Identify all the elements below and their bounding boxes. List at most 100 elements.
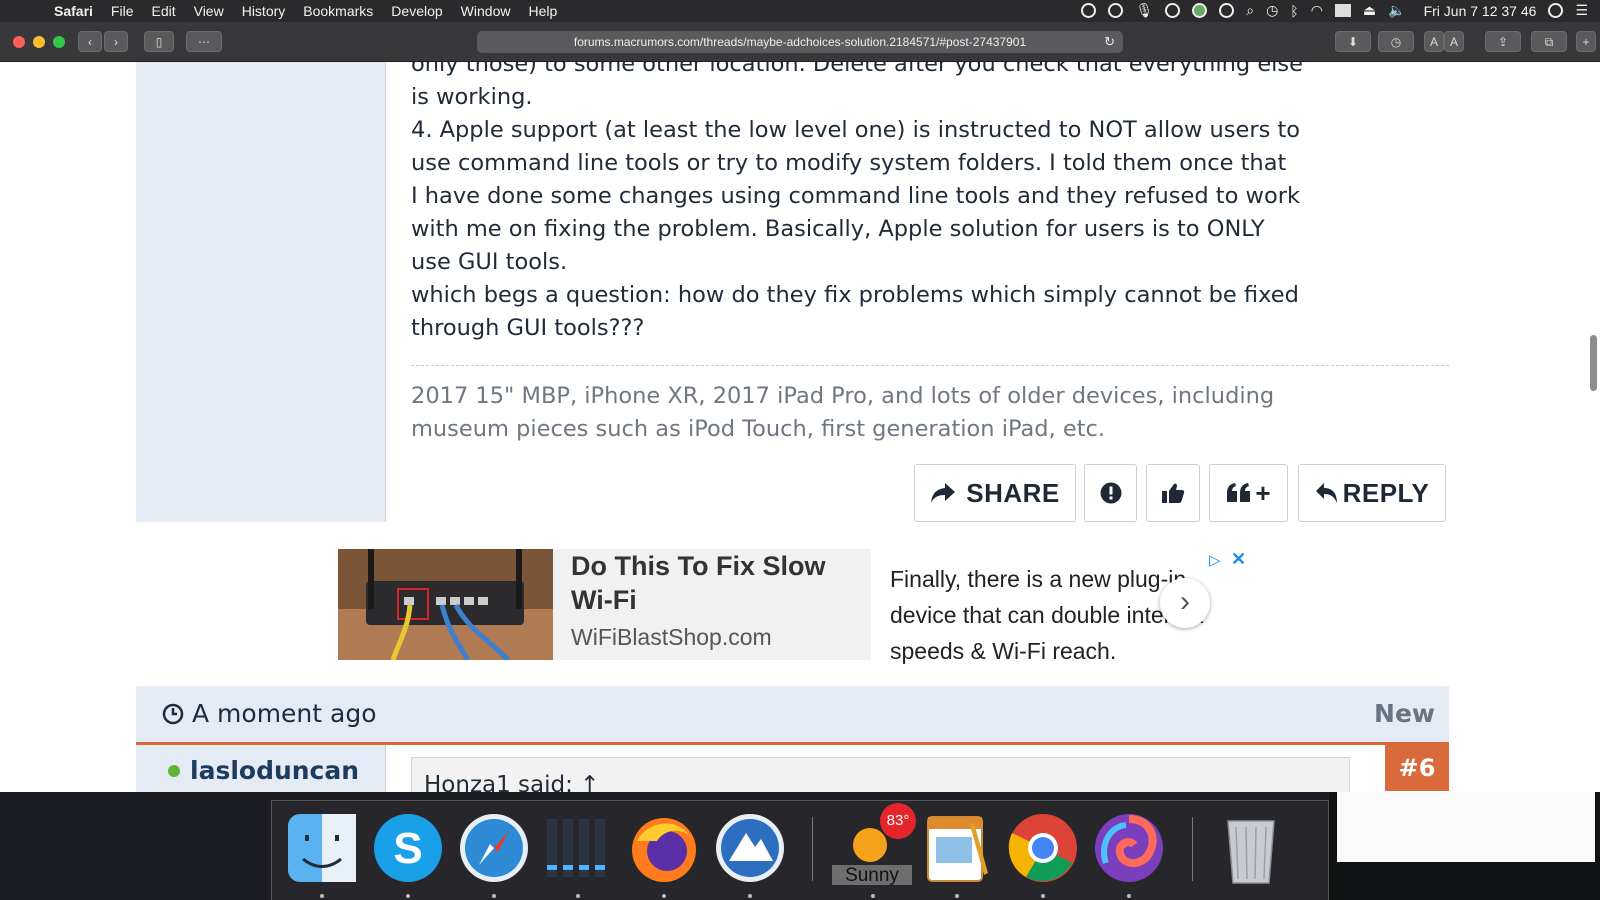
reply-arrow-icon: [1315, 483, 1337, 503]
top-sites-button[interactable]: ⋯: [186, 31, 222, 52]
post-number[interactable]: #6: [1385, 745, 1449, 791]
scrollbar-thumb[interactable]: [1590, 335, 1597, 391]
trash-icon[interactable]: [1214, 811, 1288, 885]
multiquote-plus: +: [1255, 477, 1271, 508]
accessibility-icon[interactable]: [1219, 3, 1235, 18]
post-line: through GUI tools???: [411, 315, 645, 341]
new-tab-button[interactable]: +: [1576, 31, 1596, 52]
reply-button[interactable]: REPLY: [1298, 464, 1446, 522]
ad-router-image[interactable]: [338, 549, 553, 660]
advertisement-banner[interactable]: Do This To Fix Slow Wi-Fi WiFiBlastShop.…: [338, 549, 1247, 664]
share-button[interactable]: SHARE: [914, 464, 1076, 522]
ad-close-icon[interactable]: ✕: [1231, 549, 1246, 570]
forward-button[interactable]: ›: [104, 31, 128, 52]
running-indicator: [871, 894, 875, 898]
chrome-icon[interactable]: [1006, 811, 1080, 885]
running-indicator: [662, 894, 666, 898]
new-badge: New: [1374, 699, 1435, 728]
close-window-button[interactable]: [13, 36, 25, 48]
post-author[interactable]: lasloduncan: [168, 756, 359, 785]
menu-develop[interactable]: Develop: [391, 3, 442, 19]
status-area: 🎙 ⌕ ◷ ᛒ ◠ ⏏ 🔈 Fri Jun 7 12 37 46 ☰: [1081, 2, 1588, 19]
skype-icon[interactable]: S: [371, 811, 445, 885]
thumbs-up-icon: [1162, 483, 1185, 503]
post-line: 4. Apple support (at least the low level…: [411, 117, 1301, 143]
back-button[interactable]: ‹: [78, 31, 102, 52]
menu-bookmarks[interactable]: Bookmarks: [303, 3, 373, 19]
time-machine-icon[interactable]: ◷: [1266, 2, 1278, 19]
finder-icon[interactable]: [285, 811, 359, 885]
alert-icon: [1100, 482, 1121, 504]
minimize-window-button[interactable]: [33, 36, 45, 48]
pages-icon[interactable]: [920, 811, 994, 885]
menu-window[interactable]: Window: [461, 3, 511, 19]
running-indicator: [492, 894, 496, 898]
status-app-icon[interactable]: [1108, 3, 1124, 18]
share-toolbar-button[interactable]: ⇪: [1485, 31, 1521, 52]
text-larger-button[interactable]: A: [1444, 31, 1464, 52]
running-indicator: [1127, 894, 1131, 898]
ad-next-arrow-icon[interactable]: ›: [1160, 578, 1210, 628]
browser-toolbar: ‹ › ▯ ⋯ forums.macrumors.com/threads/may…: [0, 22, 1600, 62]
reload-icon[interactable]: ↻: [1104, 31, 1115, 53]
menu-clock[interactable]: Fri Jun 7 12 37 46: [1424, 3, 1537, 19]
online-status-icon: [168, 764, 180, 777]
menu-help[interactable]: Help: [528, 3, 557, 19]
post-line: use command line tools or try to modify …: [411, 150, 1287, 176]
mountain-app-icon[interactable]: [713, 811, 787, 885]
menu-history[interactable]: History: [242, 3, 286, 19]
firefox-icon[interactable]: [627, 811, 701, 885]
adchoices-icon[interactable]: ▷: [1209, 551, 1221, 569]
skype-status-icon[interactable]: [1165, 3, 1181, 18]
ad-domain[interactable]: WiFiBlastShop.com: [571, 624, 772, 651]
menu-view[interactable]: View: [194, 3, 224, 19]
menu-file[interactable]: File: [111, 3, 134, 19]
menu-list: Safari File Edit View History Bookmarks …: [54, 3, 575, 19]
status-app-icon[interactable]: [1081, 3, 1097, 18]
quote-attribution[interactable]: Honza1 said: ↑: [424, 772, 599, 792]
post-line: with me on fixing the problem. Basically…: [411, 216, 1265, 242]
weather-app-icon[interactable]: 83° Sunny: [832, 803, 916, 886]
eject-icon[interactable]: ⏏: [1363, 2, 1376, 19]
svg-text:S: S: [393, 824, 422, 873]
history-button[interactable]: ◷: [1378, 31, 1414, 52]
like-button[interactable]: [1146, 464, 1200, 522]
post-line: use GUI tools.: [411, 249, 568, 275]
quote-icon: [1227, 483, 1251, 502]
bluetooth-icon[interactable]: ᛒ: [1290, 3, 1298, 19]
notification-center-icon[interactable]: ☰: [1575, 2, 1588, 19]
running-indicator: [576, 894, 580, 898]
sidebar-toggle-button[interactable]: ▯: [144, 31, 174, 52]
multiquote-button[interactable]: +: [1209, 464, 1288, 522]
menu-app-safari[interactable]: Safari: [54, 3, 93, 19]
reply-label: REPLY: [1342, 477, 1430, 508]
safari-icon[interactable]: [457, 811, 531, 885]
dock-separator: [812, 817, 813, 881]
ad-title[interactable]: Do This To Fix Slow Wi-Fi: [571, 549, 861, 617]
text-smaller-button[interactable]: A: [1424, 31, 1444, 52]
wifi-icon[interactable]: ◠: [1311, 2, 1323, 19]
post-timestamp[interactable]: A moment ago: [162, 699, 377, 728]
status-app-icon[interactable]: [1192, 3, 1208, 18]
router-illustration: [338, 549, 553, 660]
volume-icon[interactable]: 🔈: [1388, 2, 1405, 19]
downloads-button[interactable]: ⬇: [1335, 31, 1371, 52]
microphone-icon[interactable]: 🎙: [1135, 2, 1153, 19]
spiral-app-icon[interactable]: [1092, 811, 1166, 885]
url-text: forums.macrumors.com/threads/maybe-adcho…: [573, 35, 1027, 49]
running-indicator: [1041, 894, 1045, 898]
siri-icon[interactable]: [1548, 3, 1564, 18]
address-bar[interactable]: forums.macrumors.com/threads/maybe-adcho…: [477, 31, 1123, 53]
post-body: only those) to some other location. Dele…: [411, 62, 1371, 345]
flag-input-source-icon[interactable]: [1334, 4, 1351, 17]
report-button[interactable]: [1084, 464, 1137, 522]
running-indicator: [955, 894, 959, 898]
ad-title-panel[interactable]: Do This To Fix Slow Wi-Fi WiFiBlastShop.…: [553, 549, 871, 660]
menu-edit[interactable]: Edit: [151, 3, 175, 19]
audio-meter-icon[interactable]: [541, 811, 615, 885]
spotlight-search-icon[interactable]: ⌕: [1246, 2, 1254, 19]
tabs-overview-button[interactable]: ⧉: [1531, 31, 1567, 52]
author-name[interactable]: lasloduncan: [190, 756, 359, 785]
zoom-window-button[interactable]: [53, 36, 65, 48]
ad-description[interactable]: Finally, there is a new plug-in device t…: [890, 561, 1210, 669]
